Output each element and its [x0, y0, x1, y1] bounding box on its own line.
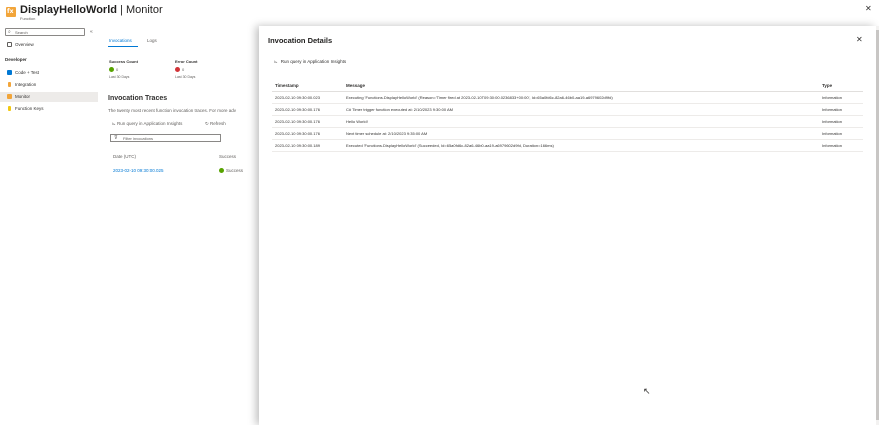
row-type: Information — [822, 119, 843, 124]
panel-title: Invocation Details — [268, 36, 333, 45]
row-timestamp: 2023-02-10 09:30:00.176 — [275, 119, 320, 124]
run-query-link[interactable]: ⊾ Run query in Application Insights — [274, 59, 346, 65]
row-message: Hello World! — [346, 119, 368, 124]
table-header: Timestamp Message Type — [272, 81, 863, 92]
column-header-timestamp[interactable]: Timestamp — [275, 83, 299, 88]
column-header-type[interactable]: Type — [822, 83, 832, 88]
table-row[interactable]: 2023-02-10 09:30:00.176 Hello World! Inf… — [272, 116, 863, 128]
row-message: Next timer schedule at: 2/10/2023 9:35:0… — [346, 131, 428, 136]
run-query-label: Run query in Application Insights — [280, 59, 347, 64]
row-timestamp: 2023-02-10 09:30:00.189 — [275, 143, 320, 148]
row-message: C# Timer trigger function executed at: 2… — [346, 107, 453, 112]
table-row[interactable]: 2023-02-10 09:30:00.176 C# Timer trigger… — [272, 104, 863, 116]
chart-icon: ⊾ — [274, 59, 278, 64]
row-message: Executed 'Functions.DisplayHelloWorld' (… — [346, 143, 554, 148]
close-panel-icon[interactable]: ✕ — [856, 35, 863, 44]
mouse-cursor-icon: ↖ — [643, 387, 651, 397]
row-timestamp: 2023-02-10 09:30:00.023 — [275, 95, 320, 100]
close-page-icon[interactable]: ✕ — [865, 4, 872, 13]
table-row[interactable]: 2023-02-10 09:30:00.023 Executing 'Funct… — [272, 92, 863, 104]
row-timestamp: 2023-02-10 09:30:00.176 — [275, 107, 320, 112]
invocation-details-table: Timestamp Message Type 2023-02-10 09:30:… — [272, 81, 863, 152]
row-type: Information — [822, 107, 843, 112]
row-type: Information — [822, 131, 843, 136]
table-row[interactable]: 2023-02-10 09:30:00.176 Next timer sched… — [272, 128, 863, 140]
row-type: Information — [822, 95, 843, 100]
dim-overlay — [0, 0, 259, 425]
row-type: Information — [822, 143, 843, 148]
column-header-message[interactable]: Message — [346, 83, 365, 88]
table-row[interactable]: 2023-02-10 09:30:00.189 Executed 'Functi… — [272, 140, 863, 152]
row-message: Executing 'Functions.DisplayHelloWorld' … — [346, 95, 613, 100]
invocation-details-panel: Invocation Details ✕ ⊾ Run query in Appli… — [259, 26, 876, 425]
row-timestamp: 2023-02-10 09:30:00.176 — [275, 131, 320, 136]
